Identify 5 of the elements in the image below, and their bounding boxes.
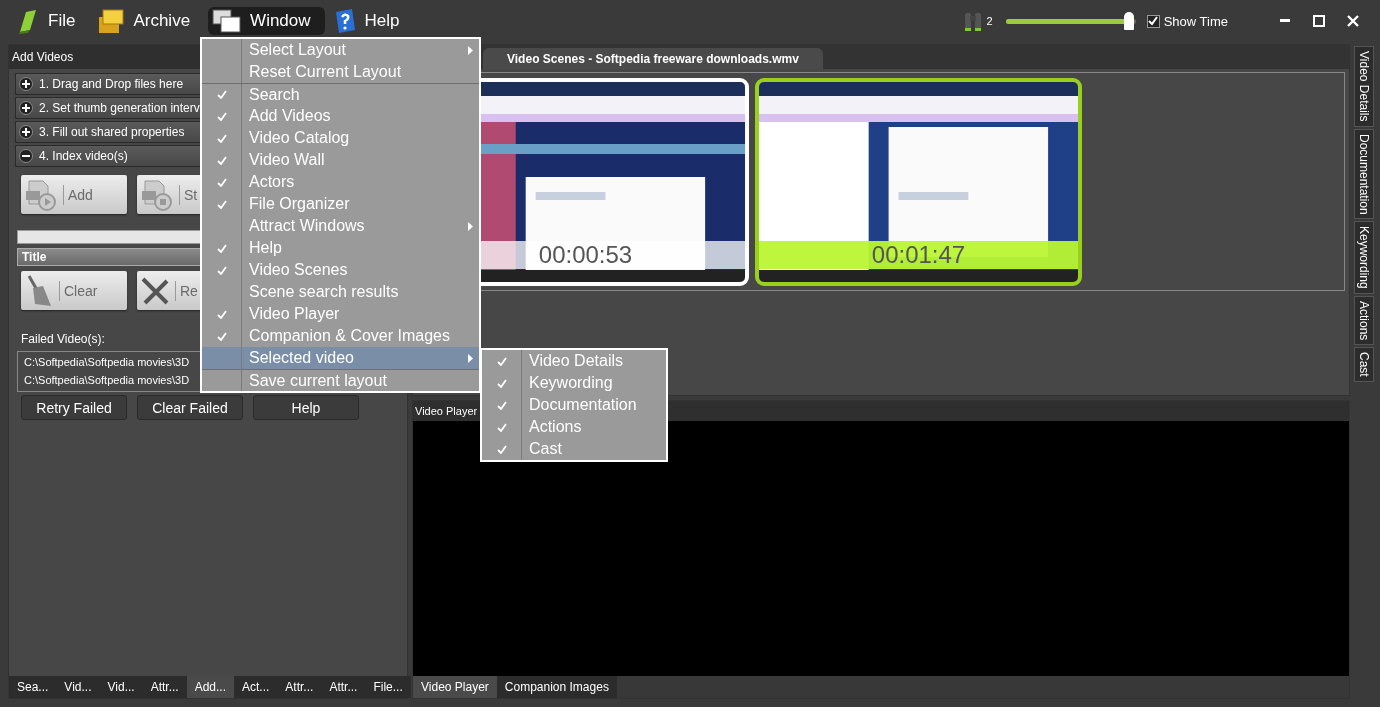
zoom-value: 2 xyxy=(986,15,993,27)
failed-videos-label: Failed Video(s): xyxy=(21,332,105,346)
show-time-label: Show Time xyxy=(1163,13,1228,29)
scene-time: 00:01:47 xyxy=(759,241,1078,269)
panel-title: Video Player xyxy=(415,405,478,417)
